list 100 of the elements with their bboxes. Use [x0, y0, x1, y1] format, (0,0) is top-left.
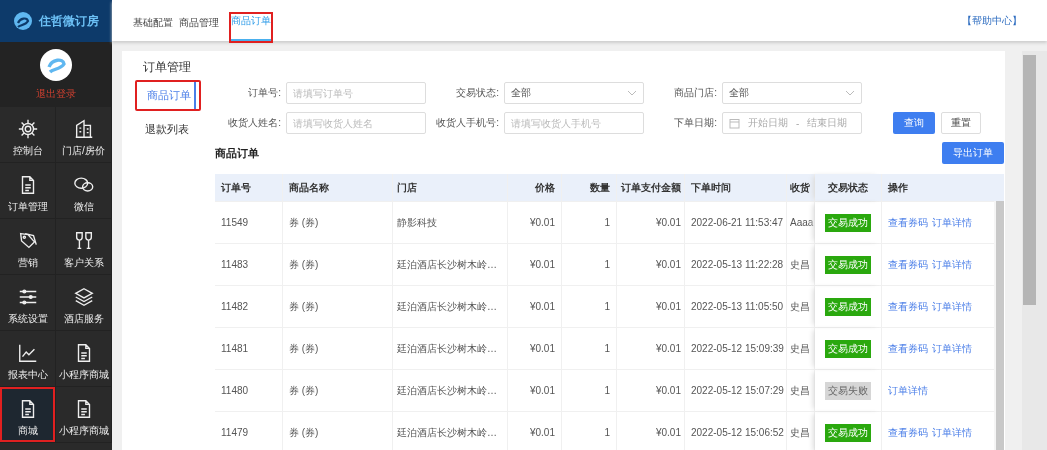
- table-cell: 史昌: [787, 244, 815, 285]
- column-header: 交易状态: [815, 174, 882, 201]
- action-link[interactable]: 查看券码: [888, 341, 928, 356]
- subnav-item[interactable]: 退款列表: [135, 119, 199, 141]
- table-cell: 廷泊酒店长沙树木岭…: [393, 412, 508, 450]
- table-cell: 史昌: [787, 370, 815, 411]
- tab[interactable]: 商品管理: [179, 14, 219, 41]
- column-header: 价格: [508, 174, 562, 201]
- table-cell: 11483: [215, 244, 283, 285]
- status-tag: 交易成功: [825, 297, 871, 316]
- action-link[interactable]: 订单详情: [932, 341, 972, 356]
- table-cell: 1: [562, 412, 617, 450]
- column-header: 下单时间: [685, 174, 787, 201]
- table-cell: ¥0.01: [617, 202, 685, 243]
- sidebar-item[interactable]: 商城: [0, 387, 56, 443]
- action-link[interactable]: 查看券码: [888, 215, 928, 230]
- field-label: 订单号:: [247, 86, 281, 100]
- table-cell: Aaaa: [787, 202, 815, 243]
- chevron-down-icon: [627, 90, 637, 96]
- table-cell: ¥0.01: [508, 412, 562, 450]
- table-cell: 11481: [215, 328, 283, 369]
- table-cell: 11480: [215, 370, 283, 411]
- status-tag: 交易失败: [825, 381, 871, 400]
- field-label: 商品门店:: [673, 86, 717, 100]
- sidebar-item[interactable]: 系统设置: [0, 275, 56, 331]
- table-cell: 1: [562, 244, 617, 285]
- table-cell: 史昌: [787, 412, 815, 450]
- field-label: 下单日期:: [673, 116, 717, 130]
- logo-icon: [13, 11, 33, 31]
- table-cell: 券 (券): [283, 202, 393, 243]
- subnav-item[interactable]: 商品订单: [135, 80, 201, 111]
- logout-link[interactable]: 退出登录: [36, 86, 76, 101]
- table-cell: ¥0.01: [617, 244, 685, 285]
- column-header: 商品名称: [283, 174, 393, 201]
- action-link[interactable]: 订单详情: [888, 383, 928, 398]
- field-label: 收货人姓名:: [227, 116, 281, 130]
- table-scrollbar[interactable]: [994, 201, 1004, 450]
- action-link[interactable]: 订单详情: [932, 257, 972, 272]
- table-cell: 11482: [215, 286, 283, 327]
- action-link[interactable]: 查看券码: [888, 425, 928, 440]
- section-title: 商品订单: [215, 145, 259, 161]
- table-cell: ¥0.01: [617, 328, 685, 369]
- table-cell: 券 (券): [283, 412, 393, 450]
- help-link[interactable]: 【帮助中心】: [962, 13, 1022, 28]
- table-cell: 2022-05-12 15:09:39: [685, 328, 787, 369]
- reset-button[interactable]: 重置: [941, 112, 981, 134]
- table-cell: 1: [562, 286, 617, 327]
- sidebar-item[interactable]: 控制台: [0, 107, 56, 163]
- select-field[interactable]: 全部: [504, 82, 644, 104]
- calendar-icon: [729, 117, 740, 129]
- table-cell: 2022-05-13 11:05:50: [685, 286, 787, 327]
- table-cell: 廷泊酒店长沙树木岭…: [393, 244, 508, 285]
- table-cell: ¥0.01: [508, 202, 562, 243]
- action-link[interactable]: 订单详情: [932, 215, 972, 230]
- brand-name: 住哲微订房: [39, 12, 99, 30]
- column-header: 数量: [562, 174, 617, 201]
- table-cell: 史昌: [787, 286, 815, 327]
- action-link[interactable]: 查看券码: [888, 257, 928, 272]
- table-cell: 2022-05-12 15:06:52: [685, 412, 787, 450]
- column-header: 门店: [393, 174, 508, 201]
- table-cell: 11549: [215, 202, 283, 243]
- line-chart-icon: [16, 342, 39, 364]
- tab[interactable]: 基础配置: [133, 14, 173, 41]
- table-cell: 1: [562, 370, 617, 411]
- select-field[interactable]: 全部: [722, 82, 862, 104]
- sidebar-item[interactable]: 订单管理: [0, 163, 56, 219]
- table-cell: 1: [562, 328, 617, 369]
- table-cell: 券 (券): [283, 328, 393, 369]
- action-link[interactable]: 查看券码: [888, 299, 928, 314]
- table-cell: 廷泊酒店长沙树木岭…: [393, 286, 508, 327]
- table-cell: 11479: [215, 412, 283, 450]
- column-header: 订单支付金额: [617, 174, 685, 201]
- field-label: 收货人手机号:: [435, 116, 499, 130]
- table-cell: 史昌: [787, 328, 815, 369]
- action-link[interactable]: 订单详情: [932, 299, 972, 314]
- table-cell: 券 (券): [283, 370, 393, 411]
- status-tag: 交易成功: [825, 255, 871, 274]
- status-tag: 交易成功: [825, 339, 871, 358]
- search-button[interactable]: 查询: [893, 112, 935, 134]
- gear-icon: [16, 118, 39, 140]
- page-scrollbar[interactable]: [1022, 51, 1047, 450]
- table-cell: 廷泊酒店长沙树木岭…: [393, 328, 508, 369]
- field-label: 交易状态:: [455, 86, 499, 100]
- table-cell: ¥0.01: [617, 286, 685, 327]
- column-header: 操作: [887, 180, 909, 195]
- table-cell: 1: [562, 202, 617, 243]
- table-cell: ¥0.01: [508, 328, 562, 369]
- table-cell: 静影科技: [393, 202, 508, 243]
- status-tag: 交易成功: [825, 213, 871, 232]
- table-cell: ¥0.01: [508, 286, 562, 327]
- table-cell: ¥0.01: [508, 244, 562, 285]
- export-button[interactable]: 导出订单: [942, 142, 1004, 164]
- layers-icon: [72, 286, 95, 308]
- table-cell: 2022-05-12 15:07:29: [685, 370, 787, 411]
- sidebar-item[interactable]: 营销: [0, 219, 56, 275]
- column-header: 收货: [787, 174, 815, 201]
- status-tag: 交易成功: [825, 423, 871, 442]
- table-cell: 券 (券): [283, 244, 393, 285]
- action-link[interactable]: 订单详情: [932, 425, 972, 440]
- column-header: 订单号: [215, 174, 283, 201]
